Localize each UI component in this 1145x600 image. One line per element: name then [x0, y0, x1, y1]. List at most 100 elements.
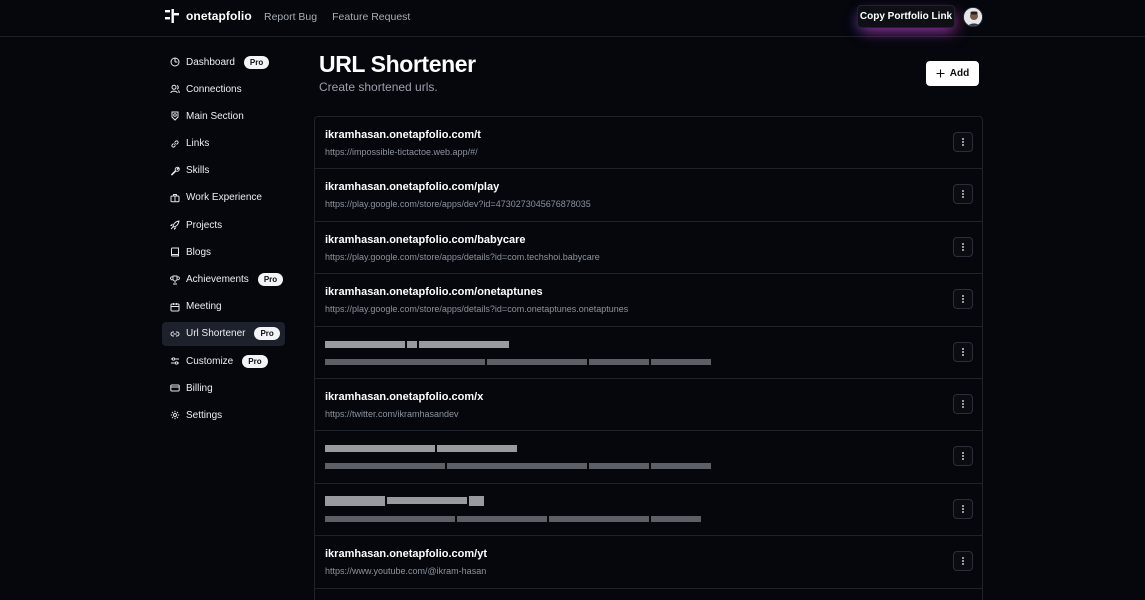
sidebar-item-label: Main Section	[186, 110, 244, 122]
sidebar-item-label: Work Experience	[186, 192, 262, 204]
original-url: https://play.google.com/store/apps/detai…	[325, 304, 629, 315]
sidebar-item-dashboard[interactable]: Dashboard Pro	[162, 50, 285, 74]
more-vertical-icon	[962, 190, 964, 199]
row-menu-button[interactable]	[953, 236, 973, 257]
sidebar-item-main-section[interactable]: Main Section	[162, 104, 285, 128]
sidebar-item-label: Skills	[186, 165, 210, 177]
sidebar-item-links[interactable]: Links	[162, 132, 285, 156]
sidebar-item-label: Settings	[186, 409, 223, 421]
sidebar-item-label: Connections	[186, 83, 242, 95]
redacted-short-url	[325, 340, 509, 348]
wrench-icon	[170, 166, 180, 176]
short-url[interactable]: ikramhasan.onetapfolio.com/onetaptunes	[325, 286, 543, 298]
top-nav: Report Bug Feature Request	[264, 11, 410, 23]
url-row: ikramhasan.onetapfolio.com/onetaptunes h…	[315, 274, 982, 327]
sidebar-item-label: Projects	[186, 219, 223, 231]
sidebar-item-meeting[interactable]: Meeting	[162, 295, 285, 319]
feature-request-link[interactable]: Feature Request	[332, 11, 410, 23]
users-icon	[170, 84, 180, 94]
short-url[interactable]: ikramhasan.onetapfolio.com/yt	[325, 548, 487, 560]
gear-icon	[170, 410, 180, 420]
short-url[interactable]: ikramhasan.onetapfolio.com/t	[325, 129, 481, 141]
calendar-icon	[170, 302, 180, 312]
pro-badge: Pro	[243, 55, 270, 69]
sidebar-item-skills[interactable]: Skills	[162, 159, 285, 183]
sliders-icon	[170, 356, 180, 366]
more-vertical-icon	[962, 242, 964, 251]
briefcase-icon	[170, 193, 180, 203]
more-vertical-icon	[962, 138, 964, 146]
sidebar-item-customize[interactable]: Customize Pro	[162, 349, 285, 373]
pro-badge: Pro	[242, 354, 268, 368]
url-list: ikramhasan.onetapfolio.com/t https://imp…	[314, 116, 983, 600]
url-row: ikramhasan.onetapfolio.com/t https://imp…	[315, 117, 982, 170]
add-label: Add	[949, 68, 970, 79]
url-row: ikramhasan.onetapfolio.com/play https://…	[315, 169, 982, 222]
more-vertical-icon	[962, 557, 964, 566]
row-menu-button[interactable]	[953, 551, 973, 572]
sidebar-item-connections[interactable]: Connections	[162, 77, 285, 101]
link-icon	[170, 139, 180, 149]
sidebar-item-work-experience[interactable]: Work Experience	[162, 186, 285, 210]
row-menu-button[interactable]	[953, 498, 973, 519]
url-row-redacted	[315, 327, 982, 379]
row-menu-button[interactable]	[953, 446, 973, 467]
page-subtitle: Create shortened urls.	[319, 80, 438, 94]
more-vertical-icon	[962, 347, 964, 356]
original-url: https://twitter.com/ikramhasandev	[325, 408, 459, 419]
brand-name: onetapfolio	[186, 9, 252, 23]
redacted-original-url	[325, 358, 711, 365]
avatar-image	[964, 8, 982, 26]
sidebar-item-blogs[interactable]: Blogs	[162, 240, 285, 264]
sidebar-item-label: Meeting	[186, 301, 222, 313]
trophy-icon	[170, 275, 180, 285]
sidebar: Dashboard Pro Connections Main Section L…	[162, 50, 285, 431]
sidebar-item-billing[interactable]: Billing	[162, 376, 285, 400]
more-vertical-icon	[962, 452, 964, 461]
sidebar-item-label: Url Shortener	[186, 328, 246, 340]
short-url[interactable]: ikramhasan.onetapfolio.com/x	[325, 391, 483, 403]
redacted-short-url	[325, 445, 517, 453]
sidebar-item-label: Dashboard	[186, 56, 235, 68]
pro-badge: Pro	[254, 327, 280, 341]
url-row: ikramhasan.onetapfolio.com/babycare http…	[315, 222, 982, 275]
row-menu-button[interactable]	[953, 289, 973, 310]
top-bar: onetapfolio Report Bug Feature Request C…	[0, 0, 1145, 37]
row-menu-button[interactable]	[953, 184, 973, 205]
short-url[interactable]: ikramhasan.onetapfolio.com/babycare	[325, 234, 526, 246]
row-menu-button[interactable]	[953, 393, 973, 414]
sidebar-item-settings[interactable]: Settings	[162, 403, 285, 427]
redacted-original-url	[325, 463, 711, 470]
original-url: https://play.google.com/store/apps/detai…	[325, 251, 600, 262]
more-vertical-icon	[962, 295, 964, 304]
original-url: https://impossible-tictactoe.web.app/#/	[325, 147, 478, 157]
pro-badge: Pro	[257, 273, 284, 286]
gauge-icon	[170, 57, 180, 67]
sidebar-item-label: Blogs	[186, 246, 212, 258]
report-bug-link[interactable]: Report Bug	[264, 11, 317, 23]
page-title: URL Shortener	[319, 51, 476, 77]
brand-logo[interactable]: onetapfolio	[165, 9, 252, 23]
book-icon	[170, 247, 180, 257]
short-url[interactable]: ikramhasan.onetapfolio.com/play	[325, 181, 499, 193]
add-url-button[interactable]: Add	[926, 61, 979, 86]
link-2-icon	[170, 329, 180, 339]
rocket-icon	[170, 220, 180, 231]
sidebar-item-label: Links	[186, 138, 210, 150]
sidebar-item-achievements[interactable]: Achievements Pro	[162, 268, 285, 292]
row-menu-button[interactable]	[953, 132, 973, 152]
badge-icon	[170, 111, 180, 122]
redacted-short-url	[325, 495, 484, 506]
url-row: ikramhasan.onetapfolio.com/x https://twi…	[315, 379, 982, 432]
row-menu-button[interactable]	[953, 341, 973, 362]
sidebar-item-projects[interactable]: Projects	[162, 213, 285, 237]
sidebar-item-url-shortener[interactable]: Url Shortener Pro	[162, 321, 285, 346]
avatar[interactable]	[963, 7, 983, 27]
logo-icon	[165, 9, 179, 23]
url-row-redacted	[315, 431, 982, 484]
url-row-redacted	[315, 484, 982, 537]
credit-card-icon	[170, 383, 180, 393]
redacted-original-url	[325, 515, 701, 522]
more-vertical-icon	[962, 504, 964, 513]
copy-portfolio-link-button[interactable]: Copy Portfolio Link	[857, 5, 955, 28]
